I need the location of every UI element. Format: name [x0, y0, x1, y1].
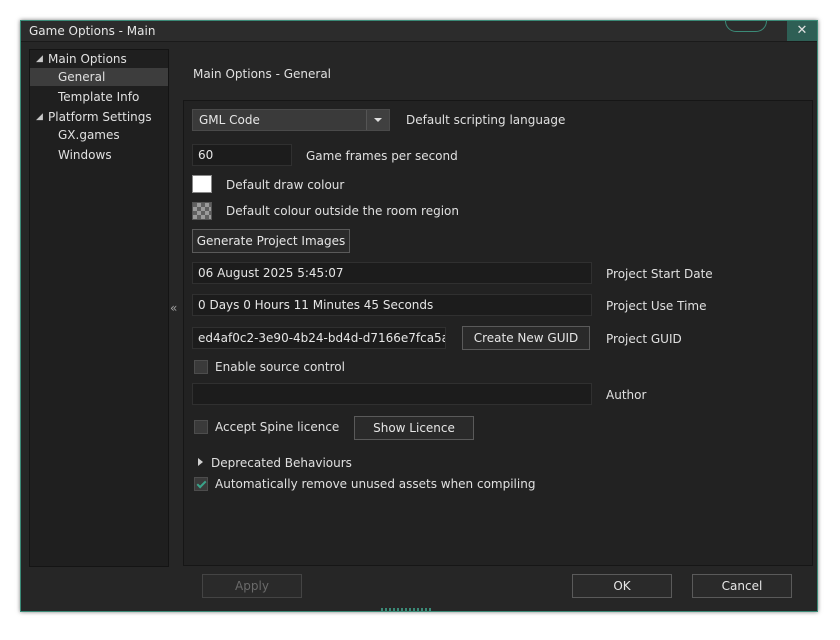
window-title: Game Options - Main	[29, 24, 156, 38]
resize-grip[interactable]	[381, 608, 431, 611]
fps-input[interactable]: 60	[192, 144, 292, 166]
close-icon: ✕	[796, 23, 808, 38]
general-options-panel: GML Code Default scripting language 60 G…	[183, 100, 813, 566]
generate-project-images-button[interactable]: Generate Project Images	[192, 229, 350, 253]
author-label: Author	[606, 388, 647, 402]
collapse-panel-icon[interactable]: «	[170, 301, 177, 315]
source-control-label: Enable source control	[215, 360, 345, 374]
remove-unused-assets-checkbox[interactable]	[194, 477, 208, 491]
spine-licence-label: Accept Spine licence	[215, 420, 340, 434]
tree-item-label: Main Options	[48, 52, 127, 66]
close-button[interactable]: ✕	[787, 21, 817, 41]
ok-button[interactable]: OK	[572, 574, 672, 598]
cancel-button[interactable]: Cancel	[692, 574, 792, 598]
outside-colour-label: Default colour outside the room region	[226, 204, 459, 218]
spine-licence-checkbox[interactable]	[194, 420, 208, 434]
dropdown-value: GML Code	[199, 113, 260, 127]
fps-label: Game frames per second	[306, 149, 458, 163]
deprecated-behaviours-label[interactable]: Deprecated Behaviours	[211, 456, 352, 470]
scripting-language-dropdown[interactable]: GML Code	[192, 109, 390, 131]
chevron-right-icon[interactable]	[198, 458, 203, 466]
project-use-time-field: 0 Days 0 Hours 11 Minutes 45 Seconds	[192, 294, 592, 316]
tree-item-label: General	[58, 70, 106, 84]
apply-button[interactable]: Apply	[202, 574, 302, 598]
project-guid-field: ed4af0c2-3e90-4b24-bd4d-d7166e7fca5a	[192, 327, 446, 349]
title-accent-decoration	[725, 21, 767, 32]
source-control-checkbox[interactable]	[194, 360, 208, 374]
draw-colour-label: Default draw colour	[226, 178, 345, 192]
tree-item-gx-games[interactable]: GX.games	[30, 126, 168, 144]
tree-item-template-info[interactable]: Template Info	[30, 88, 168, 106]
draw-colour-swatch[interactable]	[192, 175, 212, 193]
show-licence-button[interactable]: Show Licence	[354, 416, 474, 440]
options-tree: ◢ Main Options General Template Info ◢ P…	[29, 49, 169, 567]
expanded-arrow-icon[interactable]: ◢	[36, 50, 43, 68]
create-new-guid-button[interactable]: Create New GUID	[462, 326, 590, 350]
page-title: Main Options - General	[193, 67, 332, 81]
chevron-down-icon[interactable]	[366, 110, 389, 130]
project-start-date-field: 06 August 2025 5:45:07	[192, 262, 592, 284]
author-input[interactable]	[192, 383, 592, 405]
tree-item-main-options[interactable]: ◢ Main Options	[30, 50, 168, 68]
outside-colour-swatch[interactable]	[192, 202, 212, 220]
scripting-language-label: Default scripting language	[406, 113, 566, 127]
project-guid-label: Project GUID	[606, 332, 682, 346]
tree-item-general[interactable]: General	[30, 68, 168, 86]
tree-item-label: Template Info	[58, 90, 140, 104]
remove-unused-assets-label: Automatically remove unused assets when …	[215, 477, 536, 491]
tree-item-platform-settings[interactable]: ◢ Platform Settings	[30, 108, 168, 126]
title-bar[interactable]: Game Options - Main ✕	[21, 21, 817, 42]
project-use-time-label: Project Use Time	[606, 299, 707, 313]
tree-item-windows[interactable]: Windows	[30, 146, 168, 164]
tree-item-label: GX.games	[58, 128, 120, 142]
game-options-window: Game Options - Main ✕ ◢ Main Options Gen…	[20, 20, 818, 612]
tree-item-label: Platform Settings	[48, 110, 152, 124]
project-start-date-label: Project Start Date	[606, 267, 713, 281]
tree-item-label: Windows	[58, 148, 112, 162]
expanded-arrow-icon[interactable]: ◢	[36, 108, 43, 126]
